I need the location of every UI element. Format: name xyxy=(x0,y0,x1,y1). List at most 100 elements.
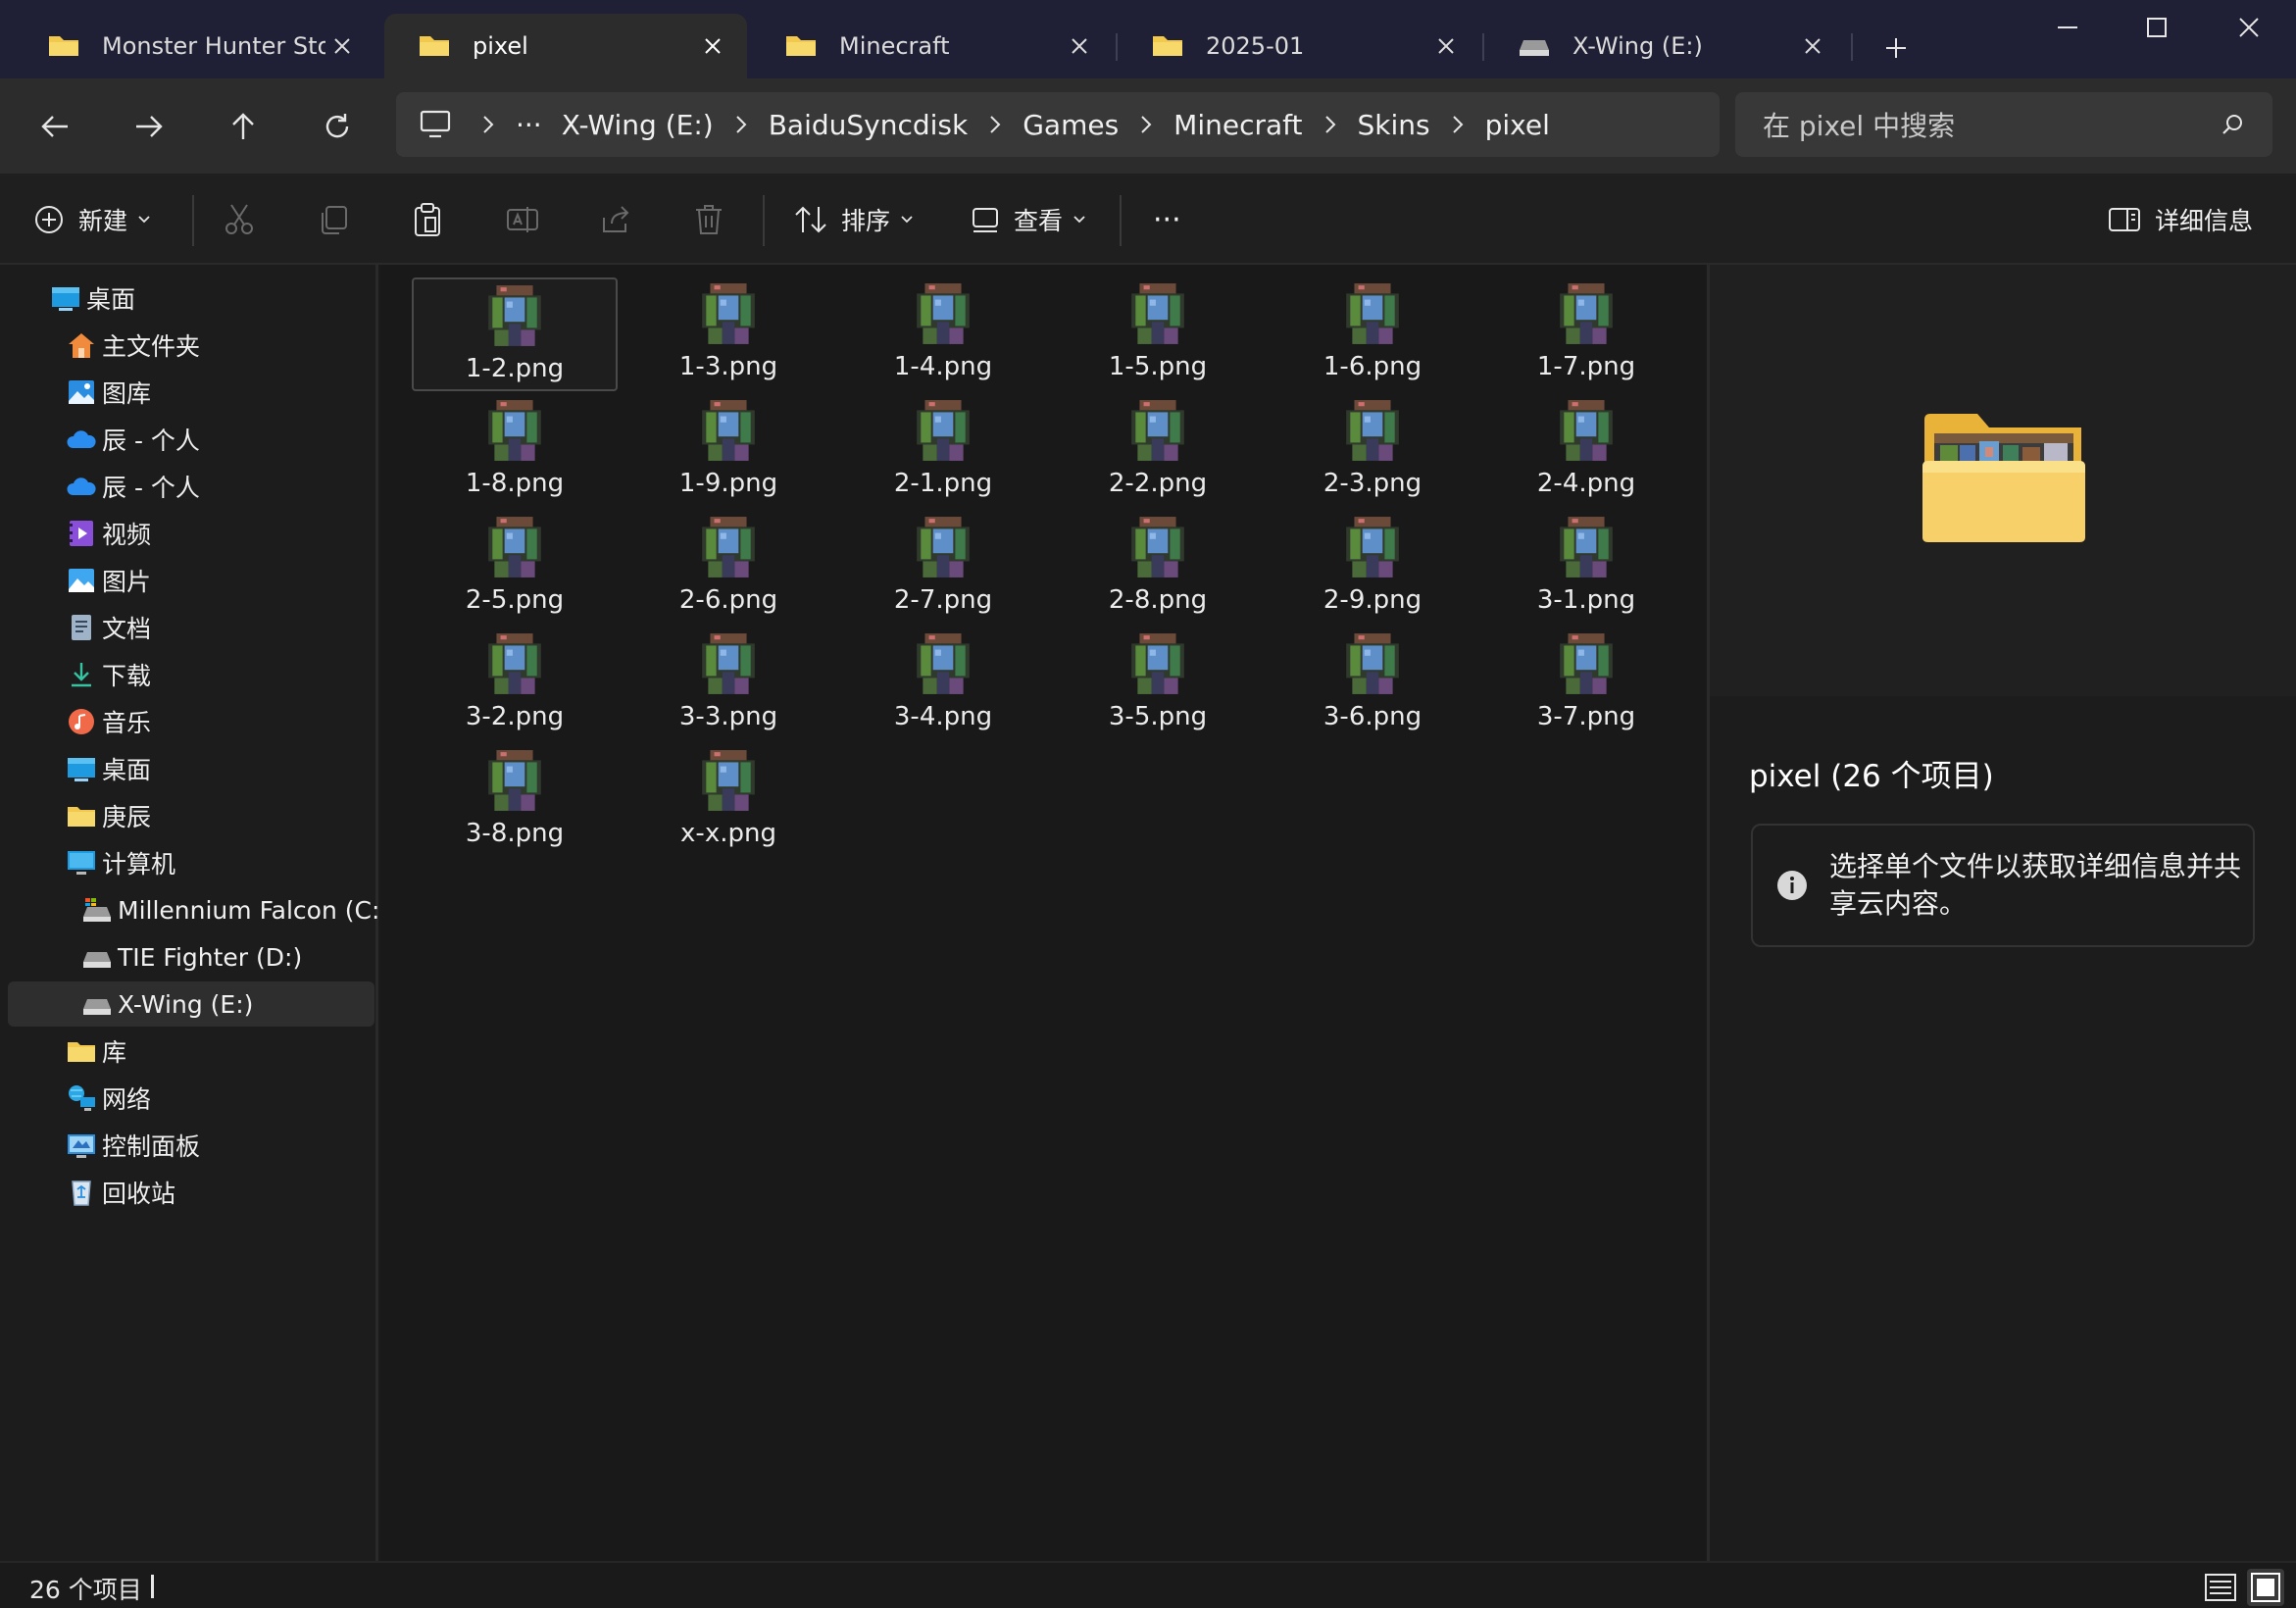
large-icons-view-button[interactable] xyxy=(2247,1569,2284,1606)
image-thumbnail-icon xyxy=(488,400,541,461)
file-item[interactable]: 3-2.png xyxy=(412,628,618,741)
file-item[interactable]: 2-4.png xyxy=(1483,394,1689,508)
file-item[interactable]: 1-2.png xyxy=(412,277,618,391)
back-button[interactable] xyxy=(27,102,82,151)
sidebar-item-home[interactable]: 主文件夹 xyxy=(8,323,374,368)
refresh-button[interactable] xyxy=(310,102,365,151)
chevron-right-icon[interactable] xyxy=(1324,115,1336,134)
sidebar-item-computer[interactable]: 计算机 xyxy=(8,840,374,885)
file-item[interactable]: 2-1.png xyxy=(840,394,1046,508)
sidebar-item-drive-c[interactable]: Millennium Falcon (C:) xyxy=(8,887,389,932)
sidebar-item-desktop[interactable]: 桌面 xyxy=(8,276,374,321)
breadcrumb-item[interactable]: Skins xyxy=(1358,109,1430,141)
sidebar-item-desktop-2[interactable]: 桌面 xyxy=(8,746,374,791)
sidebar-item-pictures[interactable]: 图片 xyxy=(8,558,374,603)
file-item[interactable]: 3-7.png xyxy=(1483,628,1689,741)
sidebar-item-drive-e[interactable]: X-Wing (E:) xyxy=(8,981,374,1027)
share-button[interactable] xyxy=(600,195,631,244)
copy-button[interactable] xyxy=(318,195,349,244)
file-item[interactable]: 1-9.png xyxy=(625,394,831,508)
close-tab-icon[interactable] xyxy=(1063,29,1096,63)
file-item[interactable]: 3-4.png xyxy=(840,628,1046,741)
file-item[interactable]: 3-3.png xyxy=(625,628,831,741)
search-icon[interactable] xyxy=(2221,113,2245,136)
new-tab-button[interactable] xyxy=(1874,26,1918,70)
breadcrumb-item[interactable]: Minecraft xyxy=(1173,109,1302,141)
details-pane-button[interactable]: 详细信息 xyxy=(2108,195,2263,244)
sidebar-item-music[interactable]: 音乐 xyxy=(8,699,374,744)
delete-button[interactable] xyxy=(694,195,724,244)
chevron-right-icon[interactable] xyxy=(989,115,1001,134)
file-name: 2-6.png xyxy=(678,585,778,615)
sidebar-item-libraries[interactable]: 库 xyxy=(8,1029,374,1074)
chevron-right-icon[interactable] xyxy=(482,115,494,134)
tab-x-wing[interactable]: X-Wing (E:) xyxy=(1484,14,1847,78)
tab-monster-hunter[interactable]: Monster Hunter Stori xyxy=(14,14,376,78)
rename-button[interactable] xyxy=(506,195,539,244)
file-item[interactable]: 1-8.png xyxy=(412,394,618,508)
chevron-right-icon[interactable] xyxy=(735,115,747,134)
file-item[interactable]: 1-4.png xyxy=(840,277,1046,391)
sidebar-item-drive-d[interactable]: TIE Fighter (D:) xyxy=(8,934,374,980)
breadcrumb-item[interactable]: BaiduSyncdisk xyxy=(769,109,969,141)
file-item[interactable]: 1-6.png xyxy=(1270,277,1475,391)
forward-button[interactable] xyxy=(122,102,176,151)
file-item[interactable]: 2-6.png xyxy=(625,511,831,625)
sidebar-item-gallery[interactable]: 图库 xyxy=(8,370,374,415)
file-item[interactable]: 2-8.png xyxy=(1055,511,1261,625)
details-view-button[interactable] xyxy=(2202,1569,2239,1606)
cut-button[interactable] xyxy=(224,195,255,244)
tab-minecraft[interactable]: Minecraft xyxy=(751,14,1114,78)
breadcrumb-item[interactable]: Games xyxy=(1023,109,1119,141)
up-button[interactable] xyxy=(216,102,271,151)
sidebar-item-onedrive[interactable]: 辰 - 个人 xyxy=(8,417,374,462)
close-tab-icon[interactable] xyxy=(325,29,359,63)
scissors-icon xyxy=(224,203,255,236)
close-tab-icon[interactable] xyxy=(1429,29,1463,63)
sidebar-item-onedrive-2[interactable]: 辰 - 个人 xyxy=(8,464,374,509)
file-item[interactable]: 1-7.png xyxy=(1483,277,1689,391)
sort-button[interactable]: 排序 xyxy=(794,195,914,244)
sidebar-item-gengchen[interactable]: 庚辰 xyxy=(8,793,374,838)
address-bar[interactable]: ··· X-Wing (E:) BaiduSyncdisk Games Mine… xyxy=(396,92,1720,157)
file-item[interactable]: 2-3.png xyxy=(1270,394,1475,508)
breadcrumb-item[interactable]: pixel xyxy=(1485,109,1550,141)
sidebar-item-control-panel[interactable]: 控制面板 xyxy=(8,1123,374,1168)
file-item[interactable]: 3-1.png xyxy=(1483,511,1689,625)
chevron-right-icon[interactable] xyxy=(1452,115,1464,134)
file-item[interactable]: 1-3.png xyxy=(625,277,831,391)
sidebar-item-downloads[interactable]: 下载 xyxy=(8,652,374,697)
close-window-button[interactable] xyxy=(2203,0,2295,55)
file-item[interactable]: 2-9.png xyxy=(1270,511,1475,625)
file-item[interactable]: 3-5.png xyxy=(1055,628,1261,741)
file-item[interactable]: 2-5.png xyxy=(412,511,618,625)
file-item[interactable]: 3-6.png xyxy=(1270,628,1475,741)
search-input[interactable]: 在 pixel 中搜索 xyxy=(1763,105,2221,144)
sidebar-item-videos[interactable]: 视频 xyxy=(8,511,374,556)
gallery-icon xyxy=(67,377,96,407)
new-button[interactable]: 新建 xyxy=(33,195,151,244)
file-name: 3-4.png xyxy=(893,702,993,731)
sidebar-item-recycle-bin[interactable]: 回收站 xyxy=(8,1170,374,1215)
paste-button[interactable] xyxy=(412,195,443,244)
more-options-button[interactable]: ··· xyxy=(1153,195,1181,244)
file-item[interactable]: 3-8.png xyxy=(412,744,618,858)
breadcrumb-overflow[interactable]: ··· xyxy=(516,109,542,141)
sidebar-item-documents[interactable]: 文档 xyxy=(8,605,374,650)
file-item[interactable]: 2-7.png xyxy=(840,511,1046,625)
file-item[interactable]: 1-5.png xyxy=(1055,277,1261,391)
close-tab-icon[interactable] xyxy=(1796,29,1829,63)
close-tab-icon[interactable] xyxy=(696,29,729,63)
this-pc-icon[interactable] xyxy=(420,110,451,139)
breadcrumb-item[interactable]: X-Wing (E:) xyxy=(562,109,714,141)
file-item[interactable]: x-x.png xyxy=(625,744,831,858)
minimize-button[interactable] xyxy=(2021,0,2114,55)
sidebar-item-network[interactable]: 网络 xyxy=(8,1076,374,1121)
search-box[interactable]: 在 pixel 中搜索 xyxy=(1735,92,2272,157)
file-item[interactable]: 2-2.png xyxy=(1055,394,1261,508)
maximize-button[interactable] xyxy=(2111,0,2203,55)
tab-pixel[interactable]: pixel xyxy=(384,14,747,78)
tab-2025-01[interactable]: 2025-01 xyxy=(1118,14,1480,78)
view-button[interactable]: 查看 xyxy=(971,195,1086,244)
chevron-right-icon[interactable] xyxy=(1140,115,1152,134)
